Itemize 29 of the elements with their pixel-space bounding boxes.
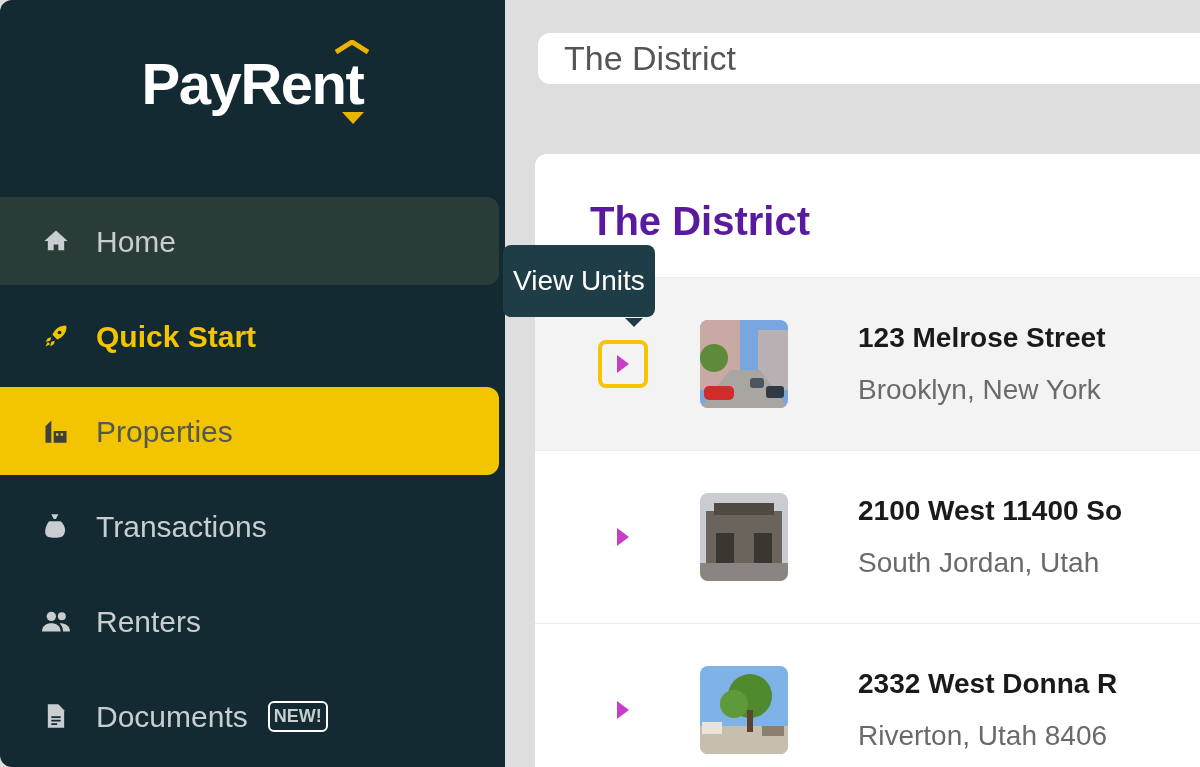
nav-item[interactable]: Transactions: [0, 482, 499, 570]
nav-item[interactable]: Renters: [0, 577, 499, 665]
nav-label: Transactions: [96, 508, 267, 545]
nav-item[interactable]: Home: [0, 197, 499, 285]
nav-label: Home: [96, 223, 177, 260]
tooltip: View Units: [503, 245, 655, 317]
chevron-icon: [333, 40, 370, 54]
tooltip-pointer-icon: [625, 318, 643, 327]
nav-label: Quick Start: [96, 318, 257, 355]
new-badge: NEW!: [267, 700, 328, 732]
expand-button[interactable]: [597, 340, 648, 388]
logo: PayRent: [141, 51, 364, 116]
property-address: 123 Melrose Street: [858, 321, 1106, 355]
caret-icon: [616, 701, 629, 719]
property-address: 2332 West Donna R: [858, 667, 1118, 701]
nav-item[interactable]: Properties: [0, 387, 499, 475]
property-location: Brooklyn, New York: [858, 373, 1102, 407]
property-location: Riverton, Utah 8406: [858, 719, 1109, 753]
caret-icon: [616, 355, 629, 373]
property-address: 2100 West 11400 So: [858, 494, 1123, 528]
property-location: South Jordan, Utah: [858, 546, 1101, 580]
nav-label: Renters: [96, 603, 202, 640]
caret-icon: [616, 528, 629, 546]
nav-item[interactable]: Quick Start: [0, 292, 499, 380]
group-title: The District: [589, 197, 812, 245]
nav-label: Documents: [96, 698, 248, 735]
nav-item[interactable]: Documents NEW!: [0, 672, 499, 760]
nav-label: Properties: [96, 413, 233, 450]
search-field[interactable]: The District: [538, 33, 1200, 84]
